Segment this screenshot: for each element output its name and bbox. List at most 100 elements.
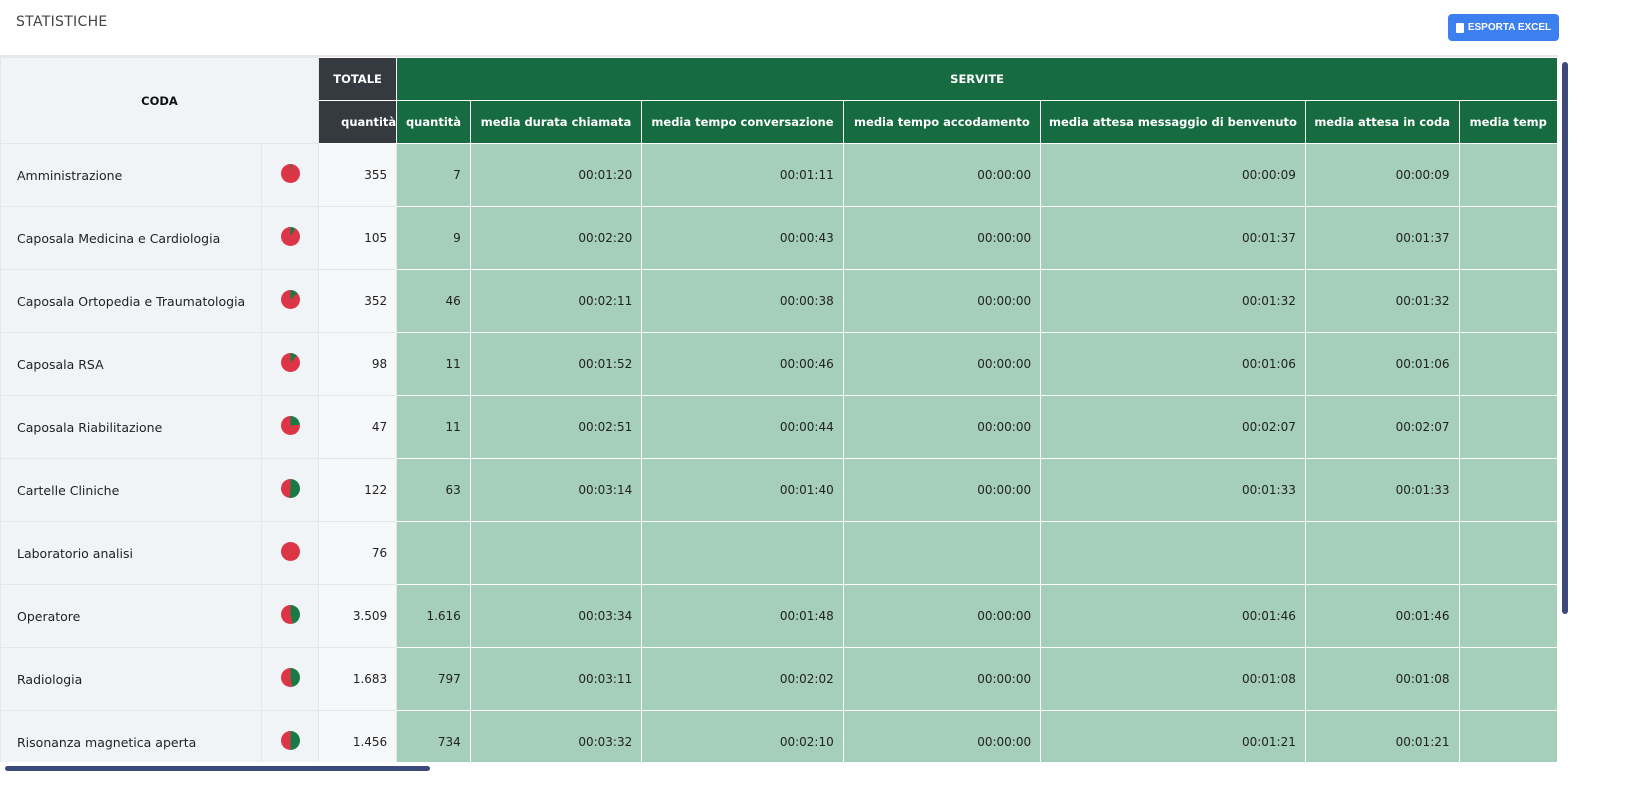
served-cell <box>1458 206 1558 270</box>
column-header: media attesa in coda <box>1304 100 1460 144</box>
served-cell <box>1458 647 1558 711</box>
served-cell <box>1458 521 1558 585</box>
served-ratio-pie-icon <box>280 479 300 498</box>
served-cell: 00:01:37 <box>1304 206 1460 270</box>
page-title: STATISTICHE <box>16 14 108 30</box>
served-cell: 00:01:37 <box>1040 206 1306 270</box>
served-cell: 1.616 <box>396 584 471 648</box>
table-row: Laboratorio analisi 76 <box>0 521 1558 585</box>
pie-cell <box>261 332 319 396</box>
column-header: media attesa messaggio di benvenuto <box>1040 100 1306 144</box>
served-cell: 00:02:07 <box>1040 395 1306 459</box>
queue-name: Caposala Medicina e Cardiologia <box>0 206 263 270</box>
served-ratio-pie-icon <box>280 290 300 309</box>
column-header: media tempo accodamento <box>842 100 1042 144</box>
served-cell: 00:03:14 <box>469 458 643 522</box>
served-cell: 00:00:00 <box>842 143 1042 207</box>
served-cell: 00:00:00 <box>842 332 1042 396</box>
served-cell <box>469 521 643 585</box>
served-cell: 00:02:10 <box>641 710 844 762</box>
served-cell <box>1458 584 1558 648</box>
queue-name: Cartelle Cliniche <box>0 458 263 522</box>
served-cell <box>1458 710 1558 762</box>
column-header: quantità <box>317 100 398 144</box>
coda-header: CODA <box>0 57 319 144</box>
served-cell: 00:00:00 <box>842 269 1042 333</box>
served-cell: 00:02:02 <box>641 647 844 711</box>
served-cell <box>1304 521 1460 585</box>
served-cell: 00:01:21 <box>1304 710 1460 762</box>
served-cell: 11 <box>396 395 471 459</box>
table-row: Caposala Riabilitazione 47 11 00:02:51 00:00… <box>0 395 1558 459</box>
table-row: Cartelle Cliniche 122 63 00:03:14 00:01:40 00… <box>0 458 1558 522</box>
total-quantity: 352 <box>317 269 398 333</box>
served-cell: 00:00:44 <box>641 395 844 459</box>
served-cell: 00:01:52 <box>469 332 643 396</box>
pie-cell <box>261 143 319 207</box>
served-cell: 00:00:46 <box>641 332 844 396</box>
total-quantity: 105 <box>317 206 398 270</box>
served-cell <box>1458 395 1558 459</box>
queue-name: Caposala Riabilitazione <box>0 395 263 459</box>
queue-name: Risonanza magnetica aperta <box>0 710 263 762</box>
total-quantity: 1.456 <box>317 710 398 762</box>
pie-cell <box>261 647 319 711</box>
totale-header: TOTALE <box>317 57 398 101</box>
served-ratio-pie-icon <box>280 416 300 435</box>
served-cell: 46 <box>396 269 471 333</box>
served-ratio-pie-icon <box>280 668 300 687</box>
served-cell <box>1040 521 1306 585</box>
served-cell: 797 <box>396 647 471 711</box>
total-quantity: 98 <box>317 332 398 396</box>
vertical-scrollbar[interactable] <box>1562 62 1568 614</box>
served-cell: 00:00:43 <box>641 206 844 270</box>
served-cell: 00:00:00 <box>842 710 1042 762</box>
export-excel-button[interactable]: ESPORTA EXCEL <box>1448 14 1559 41</box>
queue-name: Caposala RSA <box>0 332 263 396</box>
stats-table-container: CODA TOTALE SERVITE quantità quantità medi… <box>0 55 1558 762</box>
served-cell: 00:01:40 <box>641 458 844 522</box>
pie-cell <box>261 269 319 333</box>
served-cell: 9 <box>396 206 471 270</box>
served-cell: 00:01:20 <box>469 143 643 207</box>
served-cell: 00:00:00 <box>842 647 1042 711</box>
served-cell: 00:02:07 <box>1304 395 1460 459</box>
queue-name: Amministrazione <box>0 143 263 207</box>
served-cell: 00:01:08 <box>1040 647 1306 711</box>
served-cell: 00:01:06 <box>1304 332 1460 396</box>
pie-cell <box>261 710 319 762</box>
served-cell: 00:00:00 <box>842 584 1042 648</box>
table-row: Caposala Medicina e Cardiologia 105 9 00:02… <box>0 206 1558 270</box>
served-cell: 00:01:21 <box>1040 710 1306 762</box>
column-header: media durata chiamata <box>469 100 643 144</box>
served-cell: 00:01:06 <box>1040 332 1306 396</box>
served-cell: 00:00:38 <box>641 269 844 333</box>
served-cell: 7 <box>396 143 471 207</box>
pie-cell <box>261 521 319 585</box>
served-cell: 00:03:11 <box>469 647 643 711</box>
served-cell <box>396 521 471 585</box>
horizontal-scrollbar[interactable] <box>5 766 430 771</box>
total-quantity: 76 <box>317 521 398 585</box>
excel-file-icon <box>1455 22 1464 33</box>
export-excel-label: ESPORTA EXCEL <box>1467 22 1552 33</box>
served-ratio-pie-icon <box>280 605 300 624</box>
served-cell <box>1458 458 1558 522</box>
served-cell: 63 <box>396 458 471 522</box>
served-cell <box>1458 269 1558 333</box>
served-ratio-pie-icon <box>280 164 300 183</box>
column-header: quantità <box>396 100 471 144</box>
served-cell: 00:02:51 <box>469 395 643 459</box>
served-cell: 00:01:32 <box>1304 269 1460 333</box>
served-cell: 00:03:34 <box>469 584 643 648</box>
table-row: Radiologia 1.683 797 00:03:11 00:02:02 00:00:… <box>0 647 1558 711</box>
queue-name: Laboratorio analisi <box>0 521 263 585</box>
served-cell <box>641 521 844 585</box>
queue-name: Operatore <box>0 584 263 648</box>
served-cell: 00:01:48 <box>641 584 844 648</box>
table-row: Operatore 3.509 1.616 00:03:34 00:01:48 00:00… <box>0 584 1558 648</box>
table-row: Amministrazione 355 7 00:01:20 00:01:11 00:00… <box>0 143 1558 207</box>
total-quantity: 355 <box>317 143 398 207</box>
table-row: Caposala Ortopedia e Traumatologia 352 46 0… <box>0 269 1558 333</box>
servite-header: SERVITE <box>396 57 1558 101</box>
